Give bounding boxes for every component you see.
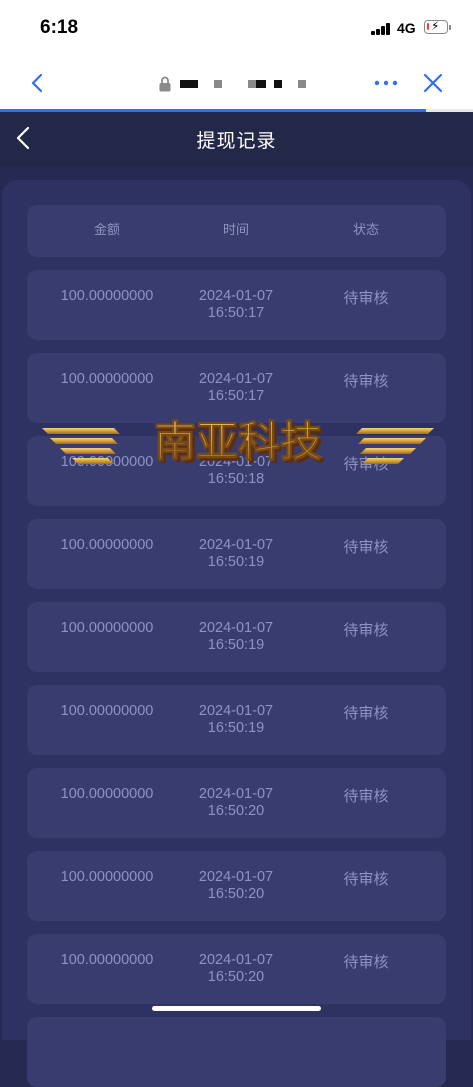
row-amount: 100.00000000 <box>60 537 154 553</box>
row-time-text: 16:50:19 <box>207 720 265 736</box>
withdrawal-records-card: 金额 时间 状态 100.00000000 2024-01-07 16:50:17… <box>2 180 471 1087</box>
row-time: 2024-01-07 16:50:19 <box>166 620 306 654</box>
table-row[interactable]: 100.00000000 2024-01-07 16:50:20 待审核 <box>27 768 446 838</box>
row-time-text: 16:50:20 <box>207 886 265 902</box>
status-bar: 6:18 4G ⚡ <box>0 0 473 58</box>
close-icon[interactable] <box>422 72 444 94</box>
row-status: 待审核 <box>343 787 389 805</box>
row-status: 待审核 <box>343 704 389 722</box>
battery-nub <box>449 25 451 30</box>
row-status: 待审核 <box>343 953 389 971</box>
table-row[interactable]: 100.00000000 2024-01-07 16:50:20 待审核 <box>27 934 446 1004</box>
charging-bolt-icon: ⚡ <box>431 19 440 33</box>
row-time: 2024-01-07 16:50:20 <box>166 786 306 820</box>
row-status: 待审核 <box>343 372 389 390</box>
row-time-text: 16:50:19 <box>207 637 265 653</box>
table-row[interactable]: 100.00000000 2024-01-07 16:50:20 待审核 <box>27 851 446 921</box>
home-indicator[interactable] <box>152 1006 321 1011</box>
row-date-text: 2024-01-07 <box>198 786 274 802</box>
row-amount: 100.00000000 <box>60 288 154 304</box>
app-header: 提现记录 <box>0 112 473 166</box>
battery-level <box>427 23 430 30</box>
row-amount: 100.00000000 <box>60 952 154 968</box>
status-time: 6:18 <box>40 17 79 38</box>
watermark-text: 南亚科技 <box>154 417 322 466</box>
table-row[interactable]: 100.00000000 2024-01-07 16:50:17 待审核 <box>27 270 446 340</box>
lock-icon <box>159 76 171 92</box>
row-time: 2024-01-07 16:50:17 <box>166 288 306 322</box>
browser-url-title[interactable] <box>158 75 318 93</box>
row-amount: 100.00000000 <box>60 869 154 885</box>
back-chevron-icon[interactable] <box>26 71 50 95</box>
redacted-text <box>248 80 256 88</box>
table-header: 金额 时间 状态 <box>27 205 446 257</box>
row-status: 待审核 <box>343 870 389 888</box>
row-amount: 100.00000000 <box>60 371 154 387</box>
row-date-text: 2024-01-07 <box>198 703 274 719</box>
row-date-text: 2024-01-07 <box>198 371 274 387</box>
signal-icon <box>371 23 391 35</box>
row-time-text: 16:50:20 <box>207 803 265 819</box>
row-time: 2024-01-07 16:50:19 <box>166 537 306 571</box>
table-row[interactable]: 100.00000000 2024-01-07 16:50:19 待审核 <box>27 519 446 589</box>
row-status: 待审核 <box>343 538 389 556</box>
row-date-text: 2024-01-07 <box>198 869 274 885</box>
redacted-text <box>274 80 282 88</box>
row-time-text: 16:50:17 <box>207 305 265 321</box>
column-header-amount: 金额 <box>93 223 120 238</box>
redacted-text <box>214 80 222 88</box>
row-date-text: 2024-01-07 <box>198 288 274 304</box>
watermark-logo: 南亚科技 南亚科技 <box>42 417 434 469</box>
browser-toolbar <box>0 58 473 110</box>
row-time-text: 16:50:19 <box>207 554 265 570</box>
row-amount: 100.00000000 <box>60 620 154 636</box>
page-title: 提现记录 <box>196 130 277 152</box>
row-date-text: 2024-01-07 <box>198 952 274 968</box>
row-date-text: 2024-01-07 <box>198 537 274 553</box>
redacted-text <box>180 80 198 88</box>
row-status: 待审核 <box>343 621 389 639</box>
row-date-text: 2024-01-07 <box>198 620 274 636</box>
row-status: 待审核 <box>343 289 389 307</box>
redacted-text <box>298 80 306 88</box>
right-wing-icon <box>356 428 434 464</box>
row-amount: 100.00000000 <box>60 703 154 719</box>
table-row-partial[interactable] <box>27 1017 446 1087</box>
table-row[interactable]: 100.00000000 2024-01-07 16:50:19 待审核 <box>27 685 446 755</box>
table-row[interactable]: 100.00000000 2024-01-07 16:50:19 待审核 <box>27 602 446 672</box>
row-amount: 100.00000000 <box>60 786 154 802</box>
column-header-time: 时间 <box>222 223 249 238</box>
row-time-text: 16:50:20 <box>207 969 265 985</box>
row-time: 2024-01-07 16:50:19 <box>166 703 306 737</box>
row-time: 2024-01-07 16:50:20 <box>166 952 306 986</box>
left-wing-icon <box>42 428 120 464</box>
network-label: 4G <box>397 20 416 36</box>
battery-icon: ⚡ <box>424 19 448 34</box>
more-icon[interactable] <box>374 78 398 88</box>
redacted-text <box>256 80 266 88</box>
column-header-status: 状态 <box>352 223 379 238</box>
row-time: 2024-01-07 16:50:20 <box>166 869 306 903</box>
